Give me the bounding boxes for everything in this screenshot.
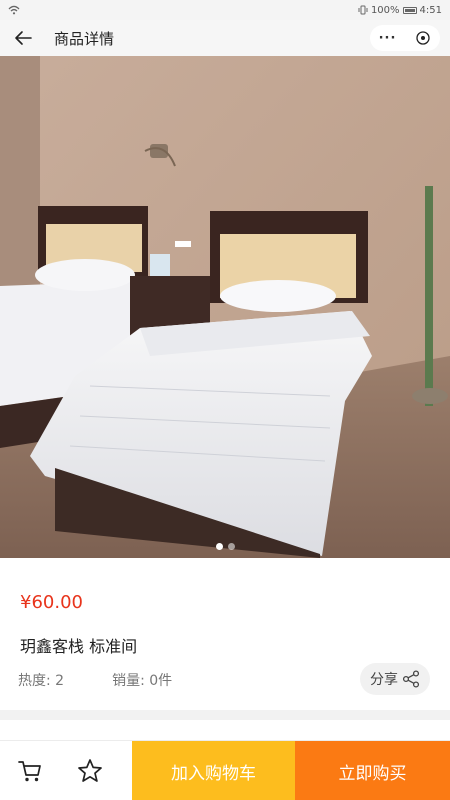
vibrate-icon <box>358 5 368 15</box>
status-left <box>8 5 20 15</box>
status-time: 4:51 <box>419 4 442 16</box>
gallery-dot[interactable] <box>227 543 235 550</box>
section-divider <box>0 710 450 720</box>
gallery-dot-active[interactable] <box>215 543 223 550</box>
favorite-button[interactable] <box>60 741 120 800</box>
mini-program-capsule: ··· <box>370 25 440 51</box>
product-price: ¥60.00 <box>20 592 83 613</box>
battery-icon <box>402 6 417 14</box>
more-button[interactable]: ··· <box>370 25 405 51</box>
page-title: 商品详情 <box>54 29 115 48</box>
product-photo <box>0 56 450 558</box>
sales-count: 销量: 0件 <box>112 673 173 689</box>
back-arrow-icon <box>15 31 32 45</box>
battery-percent: 100% <box>370 4 400 16</box>
buy-now-button[interactable]: 立即购买 <box>295 741 450 800</box>
cart-icon <box>18 761 41 782</box>
star-icon <box>78 759 102 782</box>
share-label: 分享 <box>370 672 398 688</box>
close-circle-icon <box>415 31 430 45</box>
back-button[interactable] <box>0 20 46 56</box>
status-right: 100% 4:51 <box>358 5 442 16</box>
share-button[interactable]: 分享 <box>360 663 430 695</box>
add-to-cart-button[interactable]: 加入购物车 <box>132 741 295 800</box>
wifi-icon <box>8 5 20 15</box>
product-name: 玥鑫客栈 标准间 <box>20 637 138 656</box>
close-button[interactable] <box>405 25 440 51</box>
heat-count: 热度: 2 <box>18 673 65 689</box>
bottom-action-bar: 加入购物车 立即购买 <box>0 740 450 800</box>
share-icon <box>402 670 420 688</box>
product-image-gallery[interactable] <box>0 56 450 558</box>
product-meta: 热度: 2 销量: 0件 <box>18 670 172 690</box>
cart-button[interactable] <box>0 741 60 800</box>
nav-bar: 商品详情 ··· <box>0 20 450 56</box>
gallery-pagination <box>0 543 450 550</box>
status-bar: 100% 4:51 <box>0 0 450 20</box>
product-info: ¥60.00 玥鑫客栈 标准间 热度: 2 销量: 0件 分享 <box>0 558 450 710</box>
